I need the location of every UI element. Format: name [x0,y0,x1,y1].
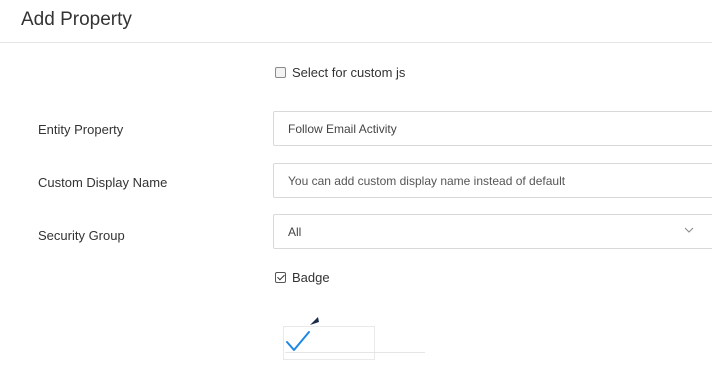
custom-display-name-field[interactable] [273,163,712,198]
custom-display-name-input[interactable] [274,164,712,197]
entity-property-label: Entity Property [38,122,124,137]
chevron-down-icon[interactable] [684,226,694,234]
badge-checkbox[interactable] [275,272,286,283]
security-group-label: Security Group [38,228,125,243]
badge-label: Badge [292,270,330,285]
entity-property-input[interactable] [274,112,712,145]
security-group-select[interactable]: All [273,214,712,249]
cursor-arrow-icon [310,317,319,325]
custom-display-name-label: Custom Display Name [38,175,168,190]
badge-checkbox-row[interactable]: Badge [275,270,330,285]
security-group-value: All [288,225,302,239]
custom-js-label: Select for custom js [292,65,406,80]
check-icon [286,331,310,351]
page-header: Add Property [0,0,712,43]
page-title: Add Property [21,9,132,30]
entity-property-field[interactable] [273,111,712,146]
custom-js-checkbox-row[interactable]: Select for custom js [275,65,405,80]
custom-js-checkbox[interactable] [275,67,286,78]
